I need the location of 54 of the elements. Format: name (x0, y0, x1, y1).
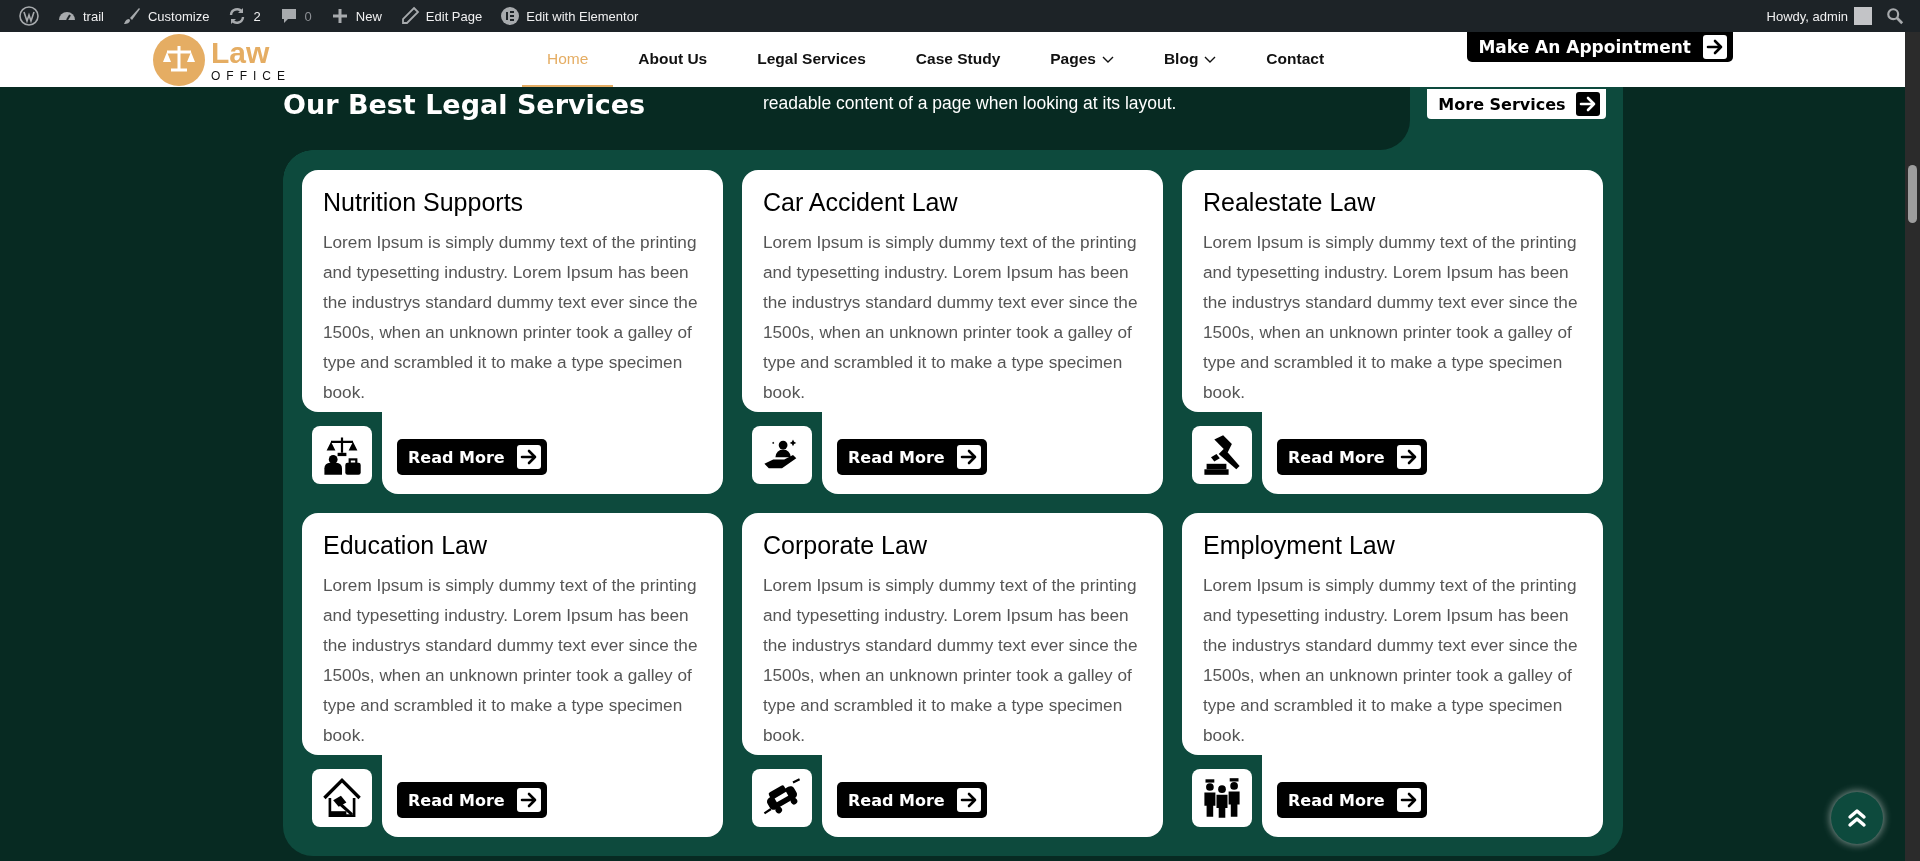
more-services-button[interactable]: More Services (1427, 89, 1606, 119)
logo-text: Law (211, 37, 271, 68)
admin-bar-item[interactable]: Edit with Elementor (491, 0, 648, 32)
arrow-right-icon (1396, 788, 1421, 812)
arrow-right-icon (516, 445, 541, 469)
admin-bar-item[interactable]: New (320, 0, 391, 32)
nav-link[interactable]: Contact (1241, 32, 1350, 87)
section-title: Our Best Legal Services (283, 88, 647, 120)
admin-bar-item[interactable]: Edit Page (390, 0, 492, 32)
logo-tagline: OFFICE (211, 69, 291, 82)
section-description: readable content of a page when looking at its layout. (763, 92, 1177, 114)
service-description: Lorem Ipsum is simply dummy text of the printing and typesetting industry. Lorem Ipsum has been the industrys standard dummy text ever since the 1500s, when an unknown printer took a galley of type and scrambled it to make a type specimen book. (323, 231, 699, 404)
admin-bar-item[interactable]: 2 (218, 0, 270, 32)
read-more-button[interactable]: Read More (837, 782, 987, 818)
nav-link[interactable]: About Us (613, 32, 733, 87)
service-title: Education Law (323, 531, 488, 560)
read-more-button[interactable]: Read More (397, 439, 547, 475)
nav-link[interactable]: Legal Services (732, 32, 891, 87)
double-chevron-up-icon (1846, 807, 1868, 829)
search-icon[interactable] (1886, 7, 1904, 25)
service-description: Lorem Ipsum is simply dummy text of the printing and typesetting industry. Lorem Ipsum has been the industrys standard dummy text ever since the 1500s, when an unknown printer took a galley of type and scrambled it to make a type specimen book. (1203, 231, 1579, 404)
scrollbar-thumb[interactable] (1908, 165, 1917, 223)
service-title: Corporate Law (763, 531, 928, 560)
read-more-button[interactable]: Read More (1277, 782, 1427, 818)
read-more-button[interactable]: Read More (837, 439, 987, 475)
nav-link[interactable]: Blog (1138, 32, 1242, 87)
arrow-right-icon (956, 788, 981, 812)
admin-bar-item[interactable]: Customize (112, 0, 219, 32)
service-description: Lorem Ipsum is simply dummy text of the printing and typesetting industry. Lorem Ipsum has been the industrys standard dummy text ever since the 1500s, when an unknown printer took a galley of type and scrambled it to make a type specimen book. (763, 231, 1139, 404)
service-description: Lorem Ipsum is simply dummy text of the printing and typesetting industry. Lorem Ipsum has been the industrys standard dummy text ever since the 1500s, when an unknown printer took a galley of type and scrambled it to make a type specimen book. (763, 574, 1139, 747)
nav-link[interactable]: Pages (1025, 32, 1139, 87)
pencil-icon (399, 6, 420, 26)
service-title: Car Accident Law (763, 188, 959, 217)
elementor-icon (500, 6, 521, 26)
appointment-button[interactable]: Make An Appointment (1467, 32, 1733, 62)
arrow-right-icon (1575, 92, 1600, 116)
service-description: Lorem Ipsum is simply dummy text of the printing and typesetting industry. Lorem Ipsum has been the industrys standard dummy text ever since the 1500s, when an unknown printer took a galley of type and scrambled it to make a type specimen book. (323, 574, 699, 747)
nav-link[interactable]: Case Study (890, 32, 1026, 87)
service-title: Nutrition Supports (323, 188, 525, 217)
read-more-button[interactable]: Read More (397, 782, 547, 818)
admin-bar-item[interactable]: trail (48, 0, 113, 32)
read-more-button[interactable]: Read More (1277, 439, 1427, 475)
greeting-text[interactable]: Howdy, admin (1766, 8, 1848, 24)
arrow-right-icon (1703, 35, 1727, 59)
arrow-right-icon (516, 788, 541, 812)
service-title: Realestate Law (1203, 188, 1377, 217)
admin-bar-item[interactable]: 0 (269, 0, 321, 32)
service-description: Lorem Ipsum is simply dummy text of the printing and typesetting industry. Lorem Ipsum has been the industrys standard dummy text ever since the 1500s, when an unknown printer took a galley of type and scrambled it to make a type specimen book. (1203, 574, 1579, 747)
arrow-right-icon (1396, 445, 1421, 469)
service-title: Employment Law (1203, 531, 1396, 560)
arrow-right-icon (956, 445, 981, 469)
brush-icon (121, 6, 142, 26)
wordpress-logo-icon[interactable] (19, 6, 39, 26)
scroll-to-top-button[interactable] (1831, 792, 1883, 844)
